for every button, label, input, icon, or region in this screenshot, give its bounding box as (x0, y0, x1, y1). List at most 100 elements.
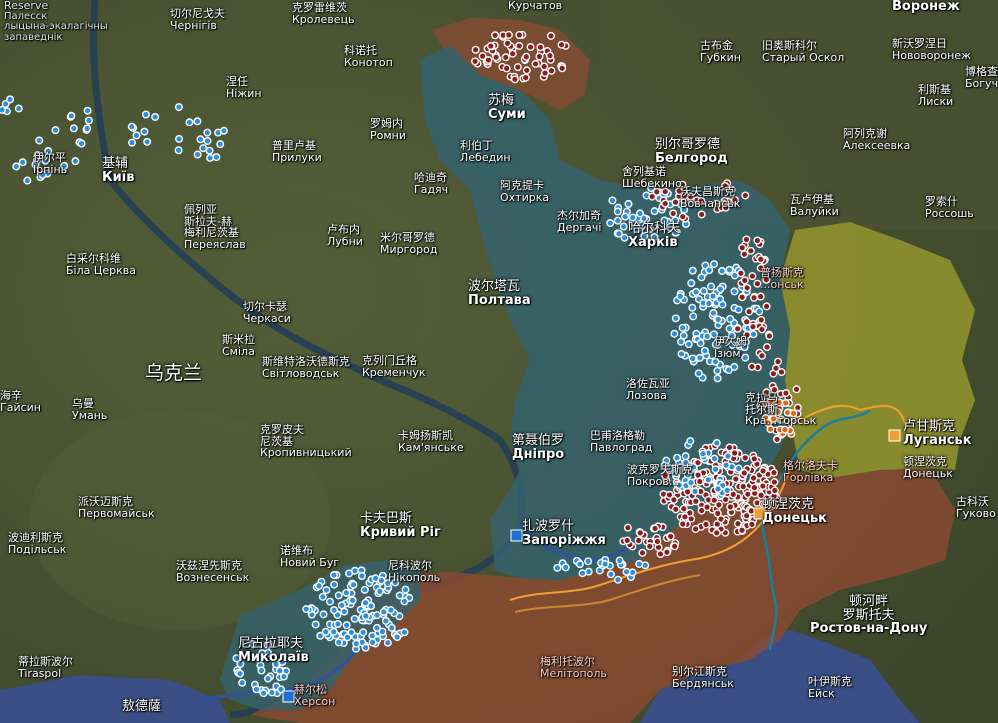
event-dot-red (522, 66, 531, 75)
event-dot-red (745, 307, 754, 316)
event-dot-blue (714, 315, 723, 324)
satellite-map[interactable] (0, 0, 998, 723)
event-dot-blue (141, 110, 150, 119)
event-dot-blue (689, 463, 698, 472)
donetsk-marker[interactable] (753, 507, 766, 520)
event-dot-blue (680, 205, 689, 214)
event-dot-red (763, 343, 772, 352)
event-dot-orange (787, 419, 796, 428)
event-dot-red (770, 486, 779, 495)
event-dot-red (748, 322, 757, 331)
event-dot-red (484, 56, 493, 65)
event-dot-red (691, 524, 700, 533)
event-dot-red (541, 69, 550, 78)
kherson-marker[interactable] (282, 690, 295, 703)
event-dot-red (731, 474, 740, 483)
event-dot-blue (345, 569, 354, 578)
event-dot-red (502, 64, 511, 73)
event-dot-blue (373, 611, 382, 620)
event-dot-red (695, 477, 704, 486)
event-dot-red (662, 548, 671, 557)
event-dot-red (742, 235, 751, 244)
event-dot-red (671, 505, 680, 514)
event-dot-blue (383, 638, 392, 647)
event-dot-red (771, 364, 780, 373)
event-dot-red (756, 401, 765, 410)
event-dot-red (515, 41, 524, 50)
event-dot-blue (360, 585, 369, 594)
event-dot-blue (83, 124, 92, 133)
event-dot-blue (674, 467, 683, 476)
event-dot-blue (391, 578, 400, 587)
event-dot-blue (660, 216, 669, 225)
event-dot-red (526, 43, 535, 52)
event-dot-blue (219, 126, 228, 135)
event-dot-blue (706, 282, 715, 291)
event-dot-red (753, 236, 762, 245)
event-dot-red (513, 63, 522, 72)
event-dot-blue (401, 585, 410, 594)
event-dot-red (661, 471, 670, 480)
event-dot-orange (774, 408, 783, 417)
event-dot-red (661, 187, 670, 196)
event-dot-blue (740, 343, 749, 352)
event-dot-blue (311, 620, 320, 629)
event-dot-blue (349, 580, 358, 589)
event-dot-blue (143, 137, 152, 146)
event-dot-red (685, 508, 694, 517)
event-dot-red (557, 40, 566, 49)
event-dot-blue (343, 633, 352, 642)
event-dot-blue (728, 340, 737, 349)
event-dot-blue (329, 571, 338, 580)
event-dot-red (733, 324, 742, 333)
event-dot-red (756, 255, 765, 264)
event-dot-red (503, 39, 512, 48)
event-dot-blue (387, 623, 396, 632)
event-dot-red (750, 454, 759, 463)
event-dot-red (770, 385, 779, 394)
event-dot-orange (775, 398, 784, 407)
event-dot-red (741, 191, 750, 200)
event-dot-blue (322, 586, 331, 595)
event-dot-blue (175, 134, 184, 143)
event-dot-blue (666, 223, 675, 232)
event-dot-red (645, 542, 654, 551)
event-dot-blue (44, 147, 53, 156)
event-dot-blue (84, 116, 93, 125)
event-dot-blue (127, 138, 136, 147)
event-dot-red (738, 243, 747, 252)
event-dot-red (491, 31, 500, 40)
event-dot-red (547, 66, 556, 75)
event-dot-red (545, 51, 554, 60)
event-dot-blue (31, 160, 40, 169)
event-dot-red (757, 491, 766, 500)
event-dot-blue (337, 601, 346, 610)
event-dot-red (740, 276, 749, 285)
event-dot-blue (193, 117, 202, 126)
event-dot-red (774, 357, 783, 366)
zaporizhzhia-marker[interactable] (510, 529, 523, 542)
event-dot-blue (41, 156, 50, 165)
event-dot-blue (379, 607, 388, 616)
event-dot-blue (650, 207, 659, 216)
event-dot-red (756, 292, 765, 301)
event-dot-blue (264, 641, 273, 650)
event-dot-red (762, 302, 771, 311)
event-dot-red (691, 497, 700, 506)
event-dot-blue (711, 340, 720, 349)
event-dot-red (471, 45, 480, 54)
event-dot-blue (12, 162, 21, 171)
event-dot-blue (185, 118, 194, 127)
event-dot-blue (671, 314, 680, 323)
event-dot-red (694, 471, 703, 480)
event-dot-blue (238, 678, 247, 687)
event-dot-red (712, 528, 721, 537)
event-dot-blue (688, 303, 697, 312)
event-dot-blue (575, 560, 584, 569)
luhansk-marker[interactable] (888, 429, 901, 442)
event-dot-blue (621, 212, 630, 221)
event-dot-red (750, 483, 759, 492)
event-dot-blue (734, 464, 743, 473)
event-dot-blue (319, 610, 328, 619)
event-dot-blue (646, 224, 655, 233)
